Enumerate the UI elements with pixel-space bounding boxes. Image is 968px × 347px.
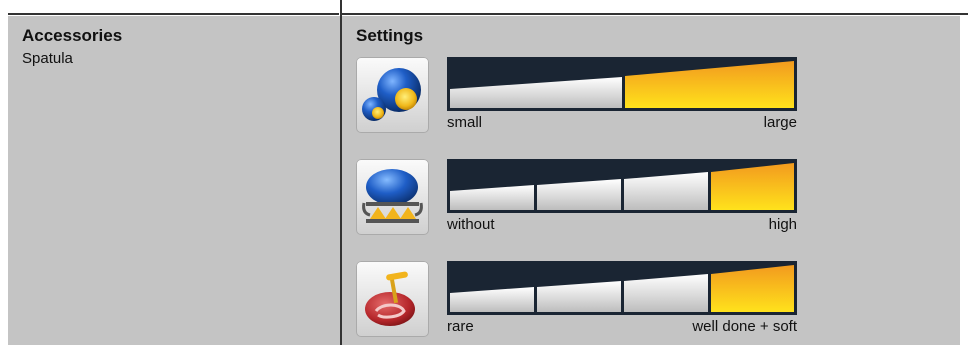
cookie-size-min-label: small — [447, 114, 483, 131]
browning-scale[interactable] — [447, 159, 797, 213]
setting-row-cookie-size: small large — [356, 57, 806, 143]
table-top-border — [0, 0, 968, 16]
cookie-size-icon[interactable] — [356, 57, 429, 133]
meat-doneness-icon[interactable] — [356, 261, 429, 337]
browning-min-label: without — [447, 216, 495, 233]
cookie-size-max-label: large — [763, 114, 797, 131]
program-details-panel: Accessories Spatula Settings small large… — [8, 16, 960, 345]
browning-level-icon[interactable] — [356, 159, 429, 235]
settings-heading: Settings — [356, 26, 424, 45]
cookie-size-scale[interactable] — [447, 57, 797, 111]
setting-row-doneness: rare well done + soft — [356, 261, 806, 347]
previous-row-left-cell — [8, 0, 339, 15]
previous-row-right-cell — [342, 0, 968, 15]
accessories-column: Accessories Spatula — [8, 16, 340, 345]
doneness-scale[interactable] — [447, 261, 797, 315]
accessory-item: Spatula — [22, 50, 73, 67]
setting-row-browning: without high — [356, 159, 806, 245]
doneness-min-label: rare — [447, 318, 474, 335]
accessories-heading: Accessories — [22, 26, 123, 45]
browning-max-label: high — [768, 216, 797, 233]
doneness-max-label: well done + soft — [692, 318, 797, 335]
settings-column: Settings small large without high rare w… — [342, 16, 960, 345]
